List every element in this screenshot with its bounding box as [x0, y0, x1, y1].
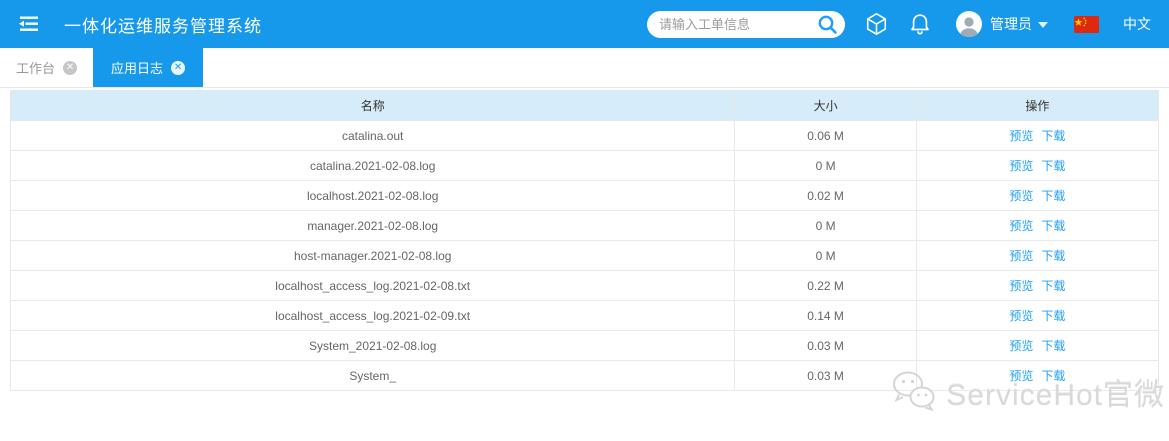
table-row: localhost_access_log.2021-02-08.txt0.22 … [11, 271, 1159, 301]
page: 一体化运维服务管理系统 [0, 0, 1169, 441]
preview-link[interactable]: 预览 [1009, 369, 1033, 383]
user-dropdown-caret-icon[interactable] [1038, 22, 1048, 28]
log-file-operations: 预览下载 [916, 121, 1158, 151]
download-link[interactable]: 下载 [1041, 369, 1065, 383]
log-file-operations: 预览下载 [916, 331, 1158, 361]
cube-icon[interactable] [865, 12, 888, 36]
table-row: localhost_access_log.2021-02-09.txt0.14 … [11, 301, 1159, 331]
preview-link[interactable]: 预览 [1009, 339, 1033, 353]
app-header: 一体化运维服务管理系统 [0, 0, 1169, 48]
download-link[interactable]: 下载 [1041, 219, 1065, 233]
table-row: catalina.2021-02-08.log0 M预览下载 [11, 151, 1159, 181]
download-link[interactable]: 下载 [1041, 249, 1065, 263]
log-file-name: System_2021-02-08.log [11, 331, 735, 361]
log-file-size: 0.03 M [735, 361, 916, 391]
download-link[interactable]: 下载 [1041, 129, 1065, 143]
search-icon[interactable] [817, 14, 838, 35]
download-link[interactable]: 下载 [1041, 279, 1065, 293]
log-table: 名称 大小 操作 catalina.out0.06 M预览下载catalina.… [10, 90, 1159, 391]
tab-label: 应用日志 [111, 58, 163, 77]
preview-link[interactable]: 预览 [1009, 309, 1033, 323]
log-file-name: System_ [11, 361, 735, 391]
tab-close-icon[interactable]: ✕ [63, 61, 77, 75]
log-table-body: catalina.out0.06 M预览下载catalina.2021-02-0… [11, 121, 1159, 391]
column-header-operations: 操作 [916, 91, 1158, 121]
download-link[interactable]: 下载 [1041, 339, 1065, 353]
tab-bar: 工作台 ✕ 应用日志 ✕ [0, 48, 1169, 88]
download-link[interactable]: 下载 [1041, 309, 1065, 323]
preview-link[interactable]: 预览 [1009, 159, 1033, 173]
log-file-size: 0.14 M [735, 301, 916, 331]
preview-link[interactable]: 预览 [1009, 189, 1033, 203]
preview-link[interactable]: 预览 [1009, 219, 1033, 233]
log-file-name: host-manager.2021-02-08.log [11, 241, 735, 271]
log-file-name: catalina.out [11, 121, 735, 151]
app-title: 一体化运维服务管理系统 [64, 12, 262, 37]
log-file-name: manager.2021-02-08.log [11, 211, 735, 241]
tab-close-icon[interactable]: ✕ [171, 61, 185, 75]
log-file-size: 0.06 M [735, 121, 916, 151]
column-header-size: 大小 [735, 91, 916, 121]
log-file-operations: 预览下载 [916, 151, 1158, 181]
preview-link[interactable]: 预览 [1009, 279, 1033, 293]
table-row: System_2021-02-08.log0.03 M预览下载 [11, 331, 1159, 361]
tab-application-logs[interactable]: 应用日志 ✕ [93, 48, 203, 87]
tab-workbench[interactable]: 工作台 ✕ [0, 48, 93, 87]
table-row: manager.2021-02-08.log0 M预览下载 [11, 211, 1159, 241]
menu-collapse-icon[interactable] [16, 13, 42, 35]
table-row: System_0.03 M预览下载 [11, 361, 1159, 391]
column-header-name: 名称 [11, 91, 735, 121]
tab-label: 工作台 [16, 58, 55, 77]
download-link[interactable]: 下载 [1041, 159, 1065, 173]
log-file-size: 0 M [735, 211, 916, 241]
table-header-row: 名称 大小 操作 [11, 91, 1159, 121]
log-file-size: 0 M [735, 151, 916, 181]
log-file-operations: 预览下载 [916, 241, 1158, 271]
download-link[interactable]: 下载 [1041, 189, 1065, 203]
search-input[interactable] [647, 11, 845, 38]
log-file-operations: 预览下载 [916, 301, 1158, 331]
log-file-size: 0 M [735, 241, 916, 271]
log-file-operations: 预览下载 [916, 361, 1158, 391]
table-row: host-manager.2021-02-08.log0 M预览下载 [11, 241, 1159, 271]
language-selector[interactable]: 中文 [1123, 14, 1151, 34]
log-file-operations: 预览下载 [916, 181, 1158, 211]
user-avatar[interactable] [956, 11, 982, 37]
log-file-name: localhost.2021-02-08.log [11, 181, 735, 211]
user-name[interactable]: 管理员 [990, 14, 1032, 34]
log-file-size: 0.22 M [735, 271, 916, 301]
log-file-name: localhost_access_log.2021-02-08.txt [11, 271, 735, 301]
table-row: catalina.out0.06 M预览下载 [11, 121, 1159, 151]
log-file-name: catalina.2021-02-08.log [11, 151, 735, 181]
preview-link[interactable]: 预览 [1009, 249, 1033, 263]
notification-bell-icon[interactable] [910, 13, 930, 36]
log-file-operations: 预览下载 [916, 271, 1158, 301]
preview-link[interactable]: 预览 [1009, 129, 1033, 143]
workorder-search [647, 11, 845, 38]
log-file-operations: 预览下载 [916, 211, 1158, 241]
china-flag-icon [1074, 16, 1099, 33]
log-file-size: 0.02 M [735, 181, 916, 211]
log-file-size: 0.03 M [735, 331, 916, 361]
table-row: localhost.2021-02-08.log0.02 M预览下载 [11, 181, 1159, 211]
log-file-name: localhost_access_log.2021-02-09.txt [11, 301, 735, 331]
log-table-container: 名称 大小 操作 catalina.out0.06 M预览下载catalina.… [10, 90, 1159, 391]
